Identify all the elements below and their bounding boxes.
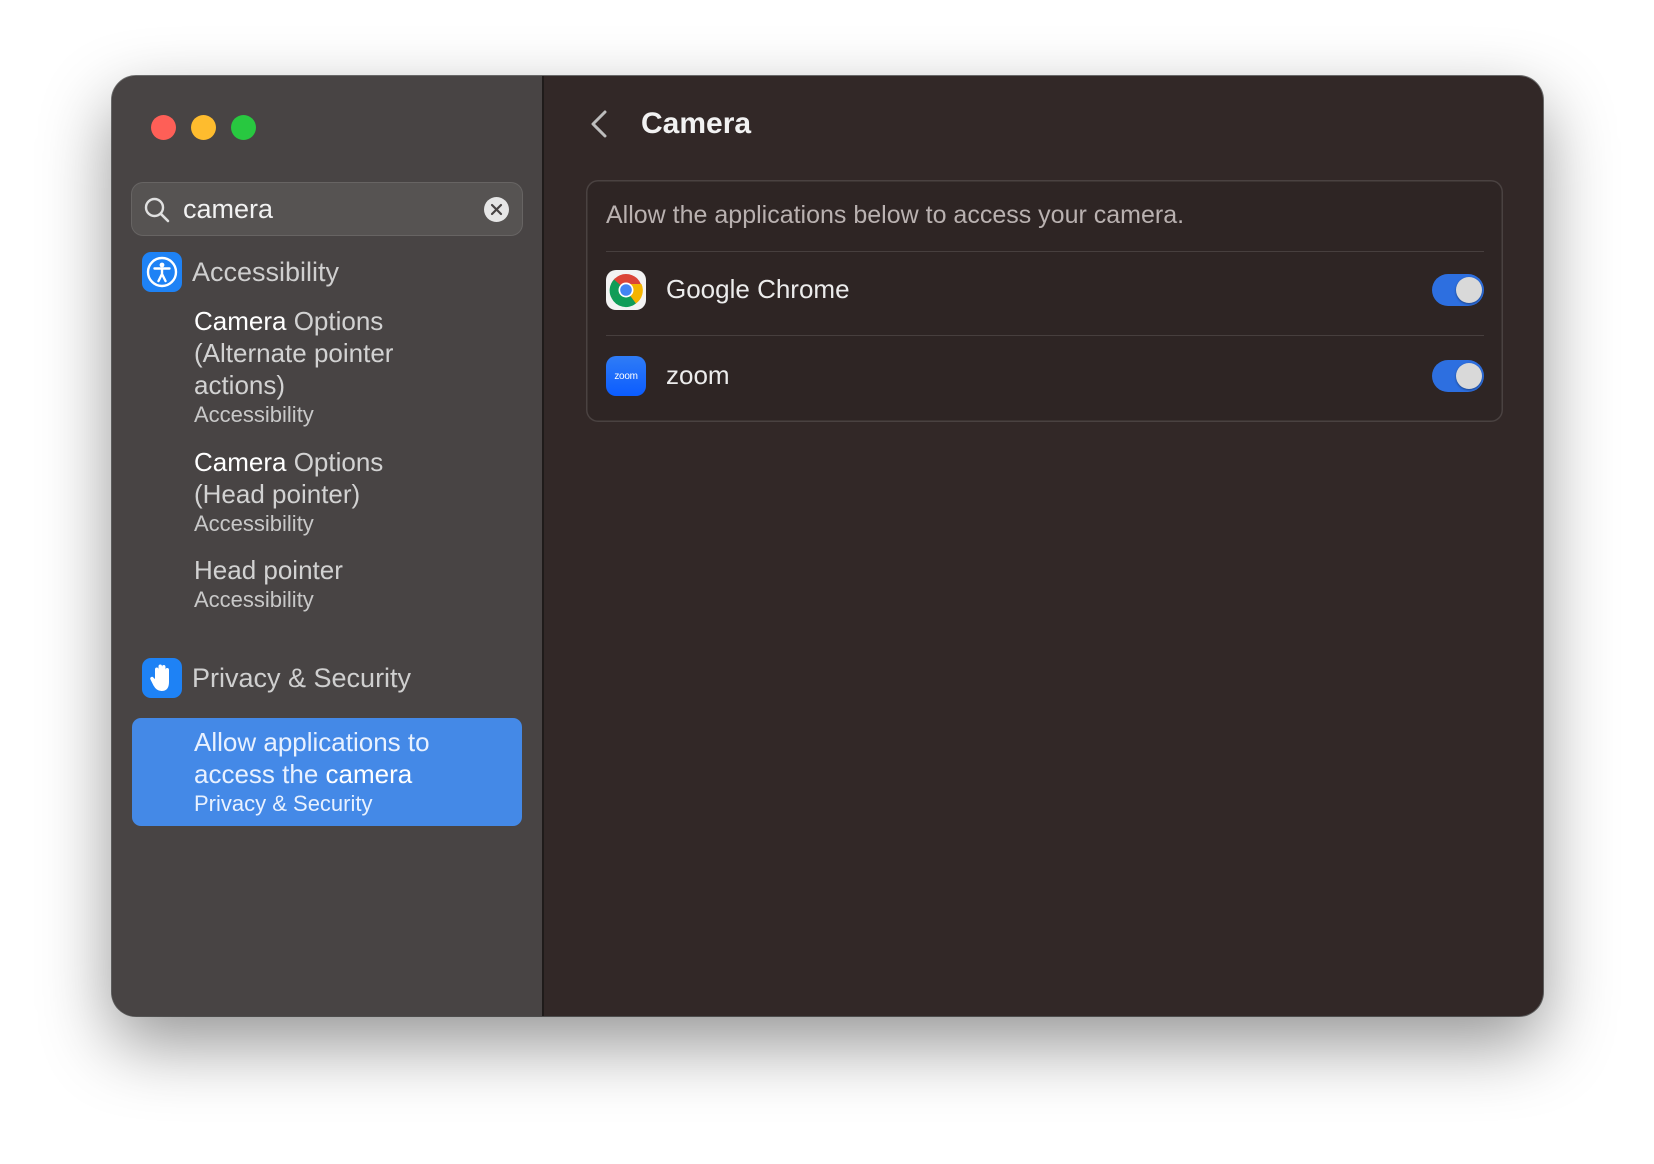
zoom-icon: zoom xyxy=(606,356,646,396)
result-match: Camera xyxy=(194,306,287,336)
page-title: Camera xyxy=(641,107,752,140)
chrome-camera-toggle[interactable] xyxy=(1432,274,1484,306)
section-accessibility[interactable]: Accessibility xyxy=(142,251,339,293)
result-subtitle: Accessibility xyxy=(194,402,314,427)
result-title: Camera Options (Head pointer) xyxy=(194,446,524,510)
zoom-camera-toggle[interactable] xyxy=(1432,360,1484,392)
app-name: Google Chrome xyxy=(666,274,850,304)
result-subtitle: Privacy & Security xyxy=(194,791,373,816)
sidebar: Accessibility Camera Options (Alternate … xyxy=(112,76,544,1016)
chrome-icon xyxy=(606,270,646,310)
search-icon xyxy=(144,197,170,223)
search-result-camera-options-alternate[interactable]: Camera Options (Alternate pointer action… xyxy=(194,305,524,429)
result-title-line1: Allow applications to xyxy=(194,727,430,757)
clear-search-button[interactable] xyxy=(484,197,509,222)
search-field[interactable] xyxy=(131,182,523,236)
result-subtitle: Accessibility xyxy=(194,511,314,536)
result-title-line3: actions) xyxy=(194,370,286,400)
result-title-prefix: access the xyxy=(194,759,326,789)
search-result-head-pointer[interactable]: Head pointer Accessibility xyxy=(194,554,524,614)
chevron-left-icon xyxy=(591,110,607,138)
panel-description: Allow the applications below to access y… xyxy=(606,201,1185,229)
content-pane: Camera Allow the applications below to a… xyxy=(544,76,1543,1016)
zoom-icon-text: zoom xyxy=(614,370,638,382)
hand-icon xyxy=(142,658,182,698)
system-settings-window: Accessibility Camera Options (Alternate … xyxy=(112,76,1543,1016)
zoom-button[interactable] xyxy=(231,115,256,140)
back-button[interactable] xyxy=(584,106,614,142)
app-row-zoom: zoom zoom xyxy=(606,344,1484,408)
divider xyxy=(606,251,1484,252)
section-label: Privacy & Security xyxy=(192,662,412,693)
minimize-button[interactable] xyxy=(191,115,216,140)
divider xyxy=(606,335,1484,336)
camera-access-panel: Allow the applications below to access y… xyxy=(586,180,1503,422)
search-input[interactable] xyxy=(183,191,473,227)
toggle-knob xyxy=(1456,277,1482,303)
result-title: Allow applications to access the camera xyxy=(194,726,524,790)
result-match: camera xyxy=(325,759,413,789)
result-title-rest: Options xyxy=(286,306,384,336)
close-icon xyxy=(490,203,503,216)
app-row-google-chrome: Google Chrome xyxy=(606,258,1484,322)
result-subtitle: Accessibility xyxy=(194,587,314,612)
result-title: Head pointer xyxy=(194,555,343,585)
accessibility-icon xyxy=(142,252,182,292)
app-name: zoom xyxy=(666,360,730,390)
result-match: Camera xyxy=(194,447,287,477)
result-title-rest: Options xyxy=(286,447,384,477)
search-result-camera-options-head[interactable]: Camera Options (Head pointer) Accessibil… xyxy=(194,446,524,538)
result-title-line2: (Head pointer) xyxy=(194,479,361,509)
section-label: Accessibility xyxy=(192,256,340,287)
result-title: Camera Options (Alternate pointer action… xyxy=(194,305,524,401)
search-result-allow-camera[interactable]: Allow applications to access the camera … xyxy=(194,726,524,818)
toggle-knob xyxy=(1456,363,1482,389)
close-button[interactable] xyxy=(151,115,176,140)
section-privacy-security[interactable]: Privacy & Security xyxy=(142,657,411,699)
result-title-line2: (Alternate pointer xyxy=(194,338,394,368)
